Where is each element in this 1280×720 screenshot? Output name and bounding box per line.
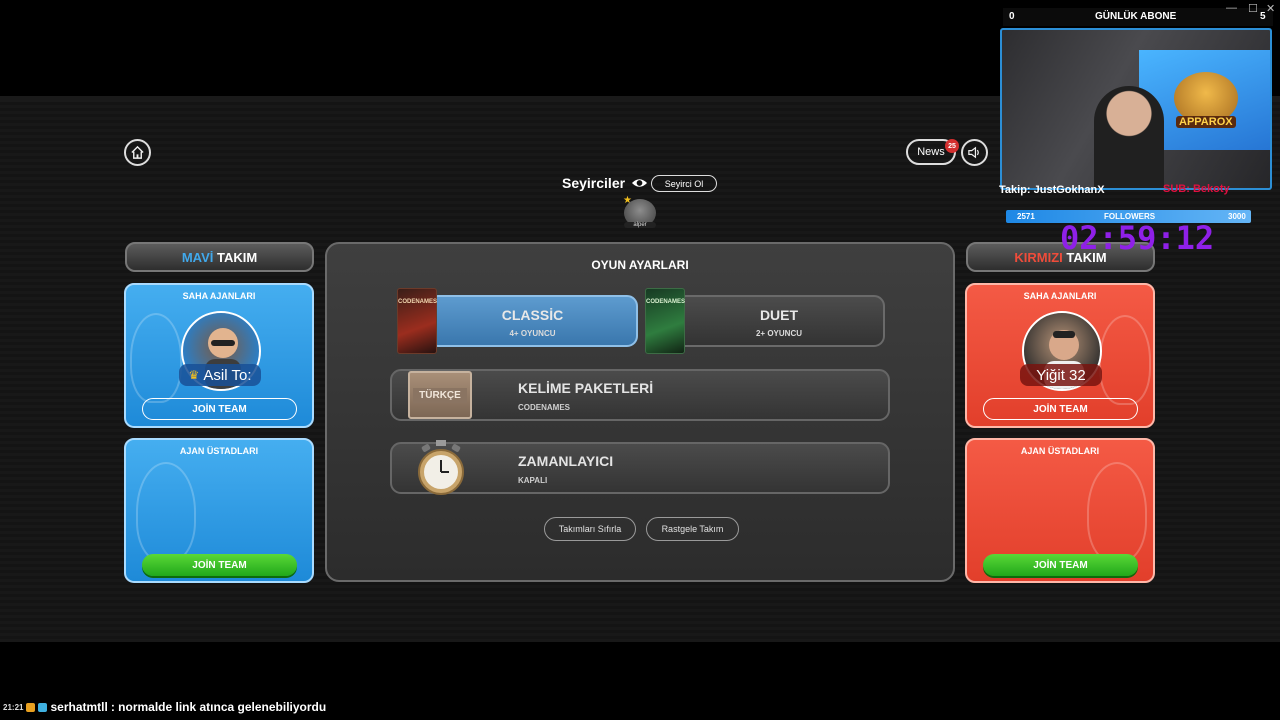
blue-field-agents-panel: SAHA AJANLARI ♛ Asil To: JOİN TEAM bbox=[124, 283, 314, 428]
timer-title: ZAMANLAYICI bbox=[518, 453, 614, 469]
word-packs-value: CODENAMES bbox=[518, 403, 571, 412]
classic-box-art: CODENAMES bbox=[397, 288, 437, 354]
stopwatch-icon bbox=[418, 440, 464, 495]
join-team-button[interactable]: JOİN TEAM bbox=[983, 554, 1138, 576]
webcam-overlay: APPAROX bbox=[1000, 28, 1272, 190]
field-agents-title: SAHA AJANLARI bbox=[182, 291, 256, 301]
stream-timer: 02:59:12 bbox=[1060, 219, 1215, 257]
red-spymasters-panel: AJAN ÜSTADLARI JOİN TEAM bbox=[965, 438, 1155, 583]
mode-classic-card[interactable]: CLASSİC 4+ OYUNCU bbox=[427, 295, 638, 347]
language-chip: TÜRKÇE bbox=[408, 371, 472, 419]
spymaster-illustration bbox=[136, 462, 196, 562]
badge-icon bbox=[26, 702, 36, 712]
reset-teams-button[interactable]: Takımları Sıfırla bbox=[544, 517, 636, 541]
word-packs-setting[interactable]: TÜRKÇE KELİME PAKETLERİ CODENAMES bbox=[390, 369, 890, 421]
sub-goal-current: 0 bbox=[1009, 11, 1015, 22]
join-team-button[interactable]: JOİN TEAM bbox=[142, 554, 297, 576]
spectator-name: alper bbox=[624, 222, 656, 228]
word-packs-title: KELİME PAKETLERİ bbox=[518, 380, 654, 396]
game-settings-panel: OYUN AYARLARI CLASSİC 4+ OYUNCU CODENAME… bbox=[325, 242, 955, 582]
red-team-word: KIRMIZI bbox=[1014, 249, 1063, 265]
logo-text: APPAROX bbox=[1176, 116, 1236, 128]
speaker-icon bbox=[968, 146, 979, 159]
crown-icon: ♛ bbox=[188, 368, 200, 382]
sub-goal-title: GÜNLÜK ABONE bbox=[1095, 11, 1177, 22]
become-spectator-button[interactable]: Seyirci Ol bbox=[651, 175, 717, 192]
maximize-icon[interactable]: ☐ bbox=[1248, 2, 1258, 15]
spymasters-title: AJAN ÜSTADLARI bbox=[1020, 446, 1100, 456]
sound-button[interactable] bbox=[961, 139, 988, 166]
join-team-button[interactable]: JOİN TEAM bbox=[983, 398, 1138, 420]
news-count-badge: 25 bbox=[945, 139, 959, 153]
sub-credit: SUB: Bekoty bbox=[1163, 183, 1230, 195]
blue-spymasters-panel: AJAN ÜSTADLARI JOİN TEAM bbox=[124, 438, 314, 583]
streamer-figure bbox=[1094, 86, 1164, 188]
follow-credit: Takip: JustGokhanX bbox=[999, 184, 1105, 196]
timer-value: KAPALI bbox=[518, 476, 548, 485]
agent-illustration bbox=[1099, 315, 1151, 405]
box-title: CODENAMES bbox=[398, 299, 438, 305]
mode-name: CLASSİC bbox=[501, 307, 564, 323]
blue-team-word: MAVİ bbox=[181, 249, 214, 265]
player-name: Asil To: bbox=[203, 366, 252, 384]
box-title: CODENAMES bbox=[646, 299, 686, 305]
eye-icon bbox=[631, 179, 648, 187]
chat-text: : normalde link atınca gelenebiliyordu bbox=[110, 700, 327, 714]
star-icon: ★ bbox=[623, 195, 632, 206]
sub-goal-target: 5 bbox=[1260, 11, 1266, 22]
timer-setting[interactable]: ZAMANLAYICI KAPALI bbox=[390, 440, 890, 495]
settings-title: OYUN AYARLARI bbox=[591, 258, 689, 272]
random-team-button[interactable]: Rastgele Takım bbox=[646, 517, 739, 541]
chat-message: 21:21 serhatmtll : normalde link atınca … bbox=[3, 700, 326, 714]
spymasters-title: AJAN ÜSTADLARI bbox=[179, 446, 259, 456]
followers-current: 2571 bbox=[1017, 212, 1035, 221]
home-icon bbox=[131, 145, 144, 159]
chat-username[interactable]: serhatmtll bbox=[50, 700, 107, 714]
field-agents-title: SAHA AJANLARI bbox=[1023, 291, 1097, 301]
duet-box-art: CODENAMES bbox=[645, 288, 685, 354]
join-team-button[interactable]: JOİN TEAM bbox=[142, 398, 297, 420]
mode-name: DUET bbox=[759, 307, 799, 323]
badge-icon bbox=[38, 702, 48, 712]
red-field-agents-panel: SAHA AJANLARI Yiğit 32 JOİN TEAM bbox=[965, 283, 1155, 428]
player-name-tag: ♛ Asil To: bbox=[179, 364, 261, 386]
blue-team-header: MAVİ TAKIM bbox=[125, 242, 314, 272]
mode-players: 2+ OYUNCU bbox=[755, 329, 802, 338]
spectators-title: Seyirciler bbox=[562, 175, 626, 191]
language-chip-label: TÜRKÇE bbox=[413, 387, 467, 403]
close-icon[interactable]: ✕ bbox=[1266, 2, 1275, 15]
followers-goal: 3000 bbox=[1228, 212, 1246, 221]
home-button[interactable] bbox=[124, 139, 151, 166]
spymaster-illustration bbox=[1087, 462, 1147, 562]
mode-players: 4+ OYUNCU bbox=[509, 329, 556, 338]
minimize-icon[interactable]: — bbox=[1226, 2, 1237, 14]
agent-illustration bbox=[130, 313, 182, 403]
mode-duet-card[interactable]: DUET 2+ OYUNCU bbox=[673, 295, 885, 347]
chat-time: 21:21 bbox=[3, 702, 24, 712]
team-word: TAKIM bbox=[216, 249, 258, 265]
player-name: Yiğit 32 bbox=[1020, 364, 1102, 386]
